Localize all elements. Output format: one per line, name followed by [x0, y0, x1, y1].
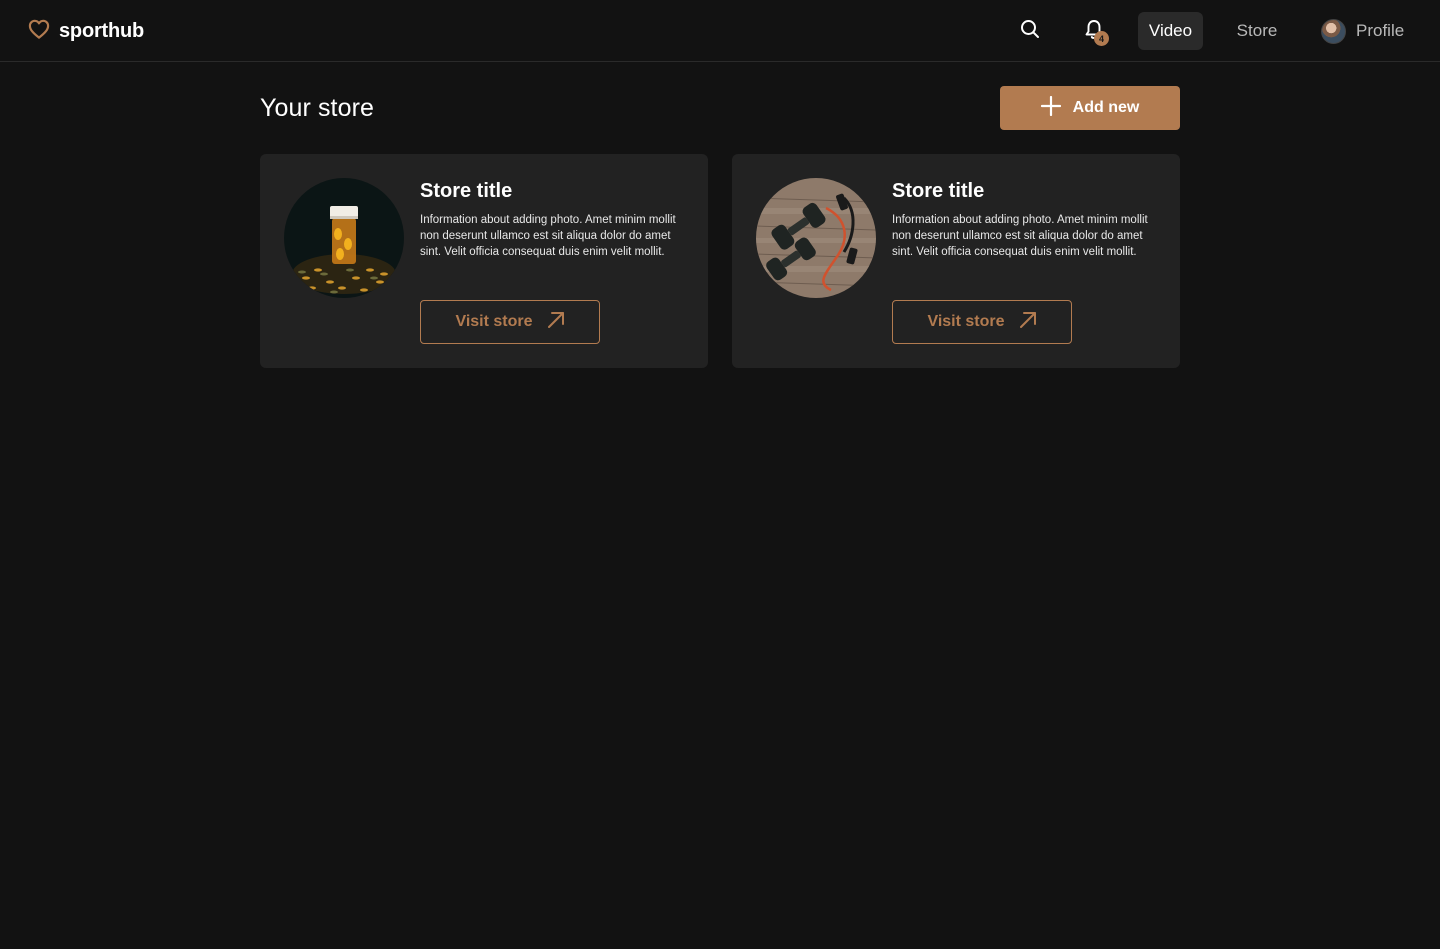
search-button[interactable] [1016, 17, 1044, 45]
store-card: Store title Information about adding pho… [732, 154, 1180, 368]
brand-name: sporthub [59, 19, 145, 42]
profile-menu[interactable]: Profile [1321, 17, 1404, 45]
brand-logo[interactable]: sporthub [28, 18, 144, 44]
arrow-up-right-icon [1019, 311, 1037, 334]
plus-icon [1040, 95, 1061, 121]
add-new-button[interactable]: Add new [1000, 86, 1180, 130]
notification-count-badge: 4 [1094, 31, 1109, 46]
page-title: Your store [260, 94, 375, 122]
store-card: Store title Information about adding pho… [260, 154, 708, 368]
visit-store-label: Visit store [927, 313, 1005, 330]
heart-icon [28, 19, 50, 44]
visit-store-button[interactable]: Visit store [892, 300, 1072, 344]
notifications-button[interactable]: 4 [1080, 16, 1110, 48]
visit-store-label: Visit store [455, 313, 533, 330]
store-title: Store title [420, 180, 513, 202]
dumbbells-jump-rope-image [756, 178, 876, 298]
nav-tab-video[interactable]: Video [1138, 12, 1203, 50]
supplement-pills-image [284, 178, 404, 298]
store-description: Information about adding photo. Amet min… [420, 214, 676, 258]
profile-label: Profile [1356, 21, 1405, 40]
avatar [1321, 18, 1346, 44]
visit-store-button[interactable]: Visit store [420, 300, 600, 344]
search-icon [1020, 19, 1040, 44]
nav-tab-store[interactable]: Store [1226, 12, 1288, 50]
arrow-up-right-icon [547, 311, 565, 334]
add-new-label: Add new [1072, 99, 1140, 116]
top-navigation-bar: sporthub 4 Video Store Profile [0, 0, 1440, 62]
store-description: Information about adding photo. Amet min… [892, 214, 1148, 258]
store-title: Store title [892, 180, 985, 202]
